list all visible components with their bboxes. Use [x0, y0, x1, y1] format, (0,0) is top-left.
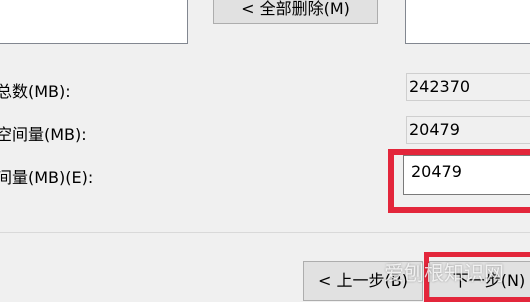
delete-all-button[interactable]: < 全部删除(M) [213, 0, 378, 24]
selected-partitions-listbox[interactable] [405, 0, 530, 44]
total-size-label: 总数(MB): [0, 82, 71, 101]
available-space-value: 20479 [406, 116, 530, 144]
available-space-label: 空间量(MB): [0, 125, 87, 144]
available-partitions-listbox[interactable] [0, 0, 188, 44]
watermark-text: 爱刨根知识网 [384, 261, 504, 285]
footer-divider [0, 232, 530, 233]
total-size-value: 242370 [406, 73, 530, 101]
size-input-highlight-box [388, 149, 530, 213]
size-amount-label: 间量(MB)(E): [0, 168, 94, 187]
